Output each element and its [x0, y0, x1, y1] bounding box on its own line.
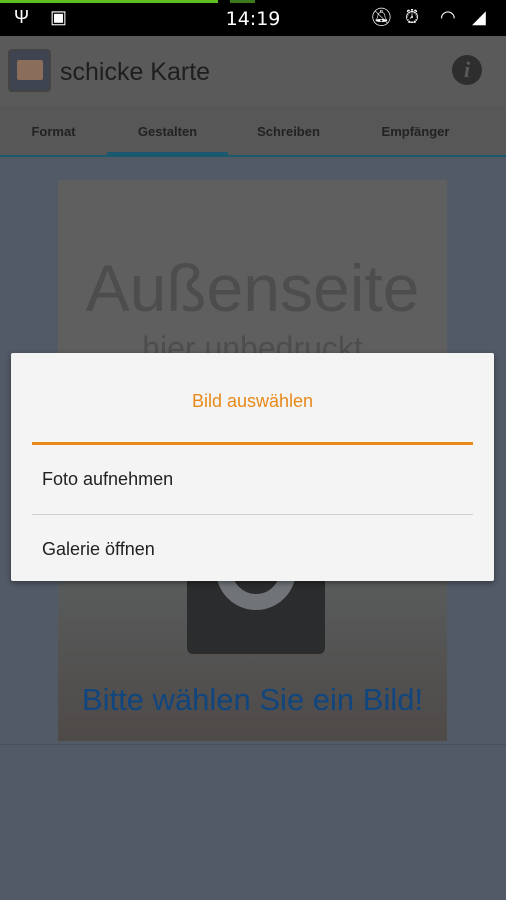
- status-bar: Ψ ▣ 14:19 🔕︎ ⏰︎ ◠ ◢: [0, 0, 506, 36]
- progress-indicator: [0, 0, 218, 3]
- take-photo-option[interactable]: Foto aufnehmen: [32, 445, 473, 514]
- vibrate-icon: 🔕︎: [370, 7, 393, 27]
- clock: 14:19: [225, 8, 281, 30]
- tab-format[interactable]: Format: [0, 106, 114, 157]
- app-title: schicke Karte: [60, 58, 211, 86]
- progress-indicator: [230, 0, 255, 3]
- tab-bar: Format Gestalten Schreiben Empfänger: [0, 106, 506, 157]
- choose-image-prompt: Bitte wählen Sie ein Bild!: [81, 682, 424, 717]
- dialog-title: Bild auswählen: [191, 391, 314, 411]
- tab-schreiben[interactable]: Schreiben: [228, 106, 349, 157]
- signal-icon: ◢: [472, 7, 486, 27]
- tab-gestalten[interactable]: Gestalten: [107, 106, 228, 157]
- divider: [0, 744, 506, 745]
- card-heading: Außenseite: [85, 251, 420, 325]
- tab-empfaenger[interactable]: Empfänger: [355, 106, 476, 157]
- image-picker-dialog: Bild auswählen Foto aufnehmen Galerie öf…: [11, 353, 494, 581]
- open-gallery-option[interactable]: Galerie öffnen: [32, 515, 473, 584]
- app-icon: [8, 49, 51, 92]
- action-bar: schicke Karte i: [0, 36, 506, 106]
- wifi-icon: ◠: [440, 7, 456, 27]
- alarm-icon: ⏰︎: [405, 7, 420, 27]
- info-icon[interactable]: i: [452, 55, 482, 85]
